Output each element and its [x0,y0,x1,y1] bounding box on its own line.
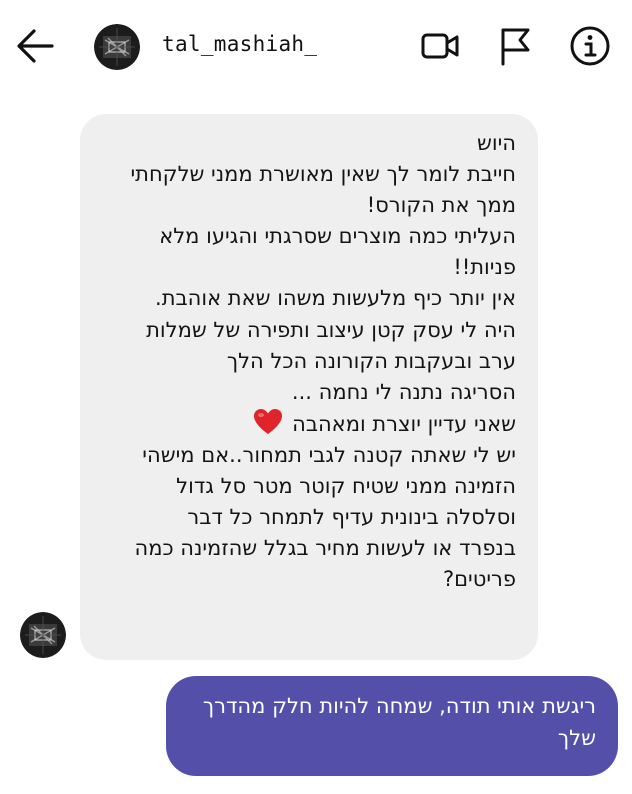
message-line: ערב ובעקבות הקורונה הכל הלך [226,348,516,373]
message-line: פניות!! [453,255,516,280]
video-call-icon[interactable] [418,24,462,68]
back-arrow-icon[interactable] [14,26,56,66]
heart-icon [254,408,283,434]
message-line: שאני עדיין יוצרת ומאהבה [292,411,516,436]
message-line: וסלסלה בינונית עדיף לתמחר כל דבר [187,505,516,530]
chat-username[interactable]: tal_mashiah_ [162,32,317,56]
message-line: ממך את הקורס! [366,193,516,218]
message-line: היוש [476,131,516,155]
incoming-message-bubble[interactable]: היוש חייבת לומר לך שאין מאושרת ממני שלקח… [80,114,538,660]
message-line: הסריגה נתנה לי נחמה ... [291,379,516,404]
message-line: בנפרד או לעשות מחיר בגלל שהזמינה כמה [134,536,516,561]
message-line: הזמינה ממני שטיח קוטר מטר סל גדול [176,474,516,499]
message-line-with-emoji: שאני עדיין יוצרת ומאהבה [100,408,516,440]
message-line: היה לי עסק קטן עיצוב ותפירה של שמלות [146,317,516,342]
message-line: שלך [557,726,596,750]
outgoing-message-bubble[interactable]: ריגשת אותי תודה, שמחה להיות חלק מהדרך של… [166,676,618,776]
flag-icon[interactable] [494,24,538,68]
message-line: העליתי כמה מוצרים שסרגתי והגיעו מלא [159,224,516,249]
message-line: פריטים? [442,567,516,592]
message-line: חייבת לומר לך שאין מאושרת ממני שלקחתי [130,162,516,187]
message-line: ריגשת אותי תודה, שמחה להיות חלק מהדרך [202,694,596,718]
message-line: אין יותר כיף מלעשות משהו שאת אוהבת. [155,286,516,311]
avatar[interactable] [94,24,140,70]
message-line: יש לי שאתה קטנה לגבי תמחור..אם מישהי [142,442,516,467]
chat-header: tal_mashiah_ [0,0,632,96]
info-icon[interactable] [568,24,612,68]
sender-avatar[interactable] [20,612,66,658]
